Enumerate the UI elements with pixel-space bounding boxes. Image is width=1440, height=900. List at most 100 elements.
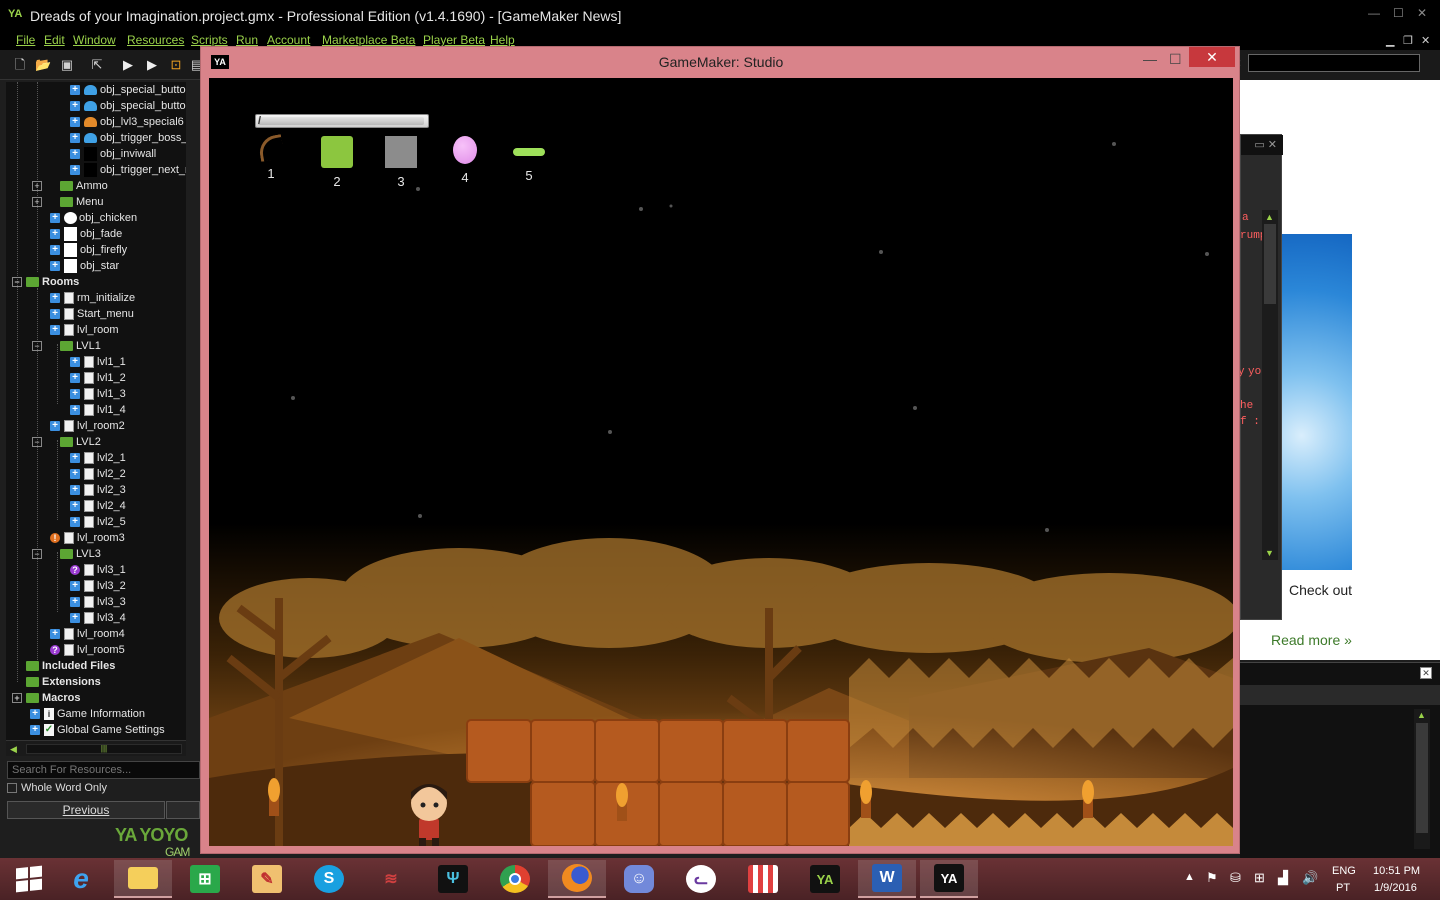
tree-item[interactable]: + lvl1_2 — [70, 370, 126, 386]
tree-item[interactable]: + obj_firefly — [50, 242, 127, 258]
input-region[interactable]: PT — [1336, 882, 1350, 900]
run-icon[interactable]: ▶ — [120, 56, 136, 73]
scroll-thumb[interactable]: ||| — [26, 744, 182, 754]
scroll-thumb[interactable] — [1264, 224, 1276, 304]
expand-plus-icon[interactable]: + — [50, 293, 60, 304]
collapse-icon[interactable]: − — [12, 277, 22, 288]
taskbar-steelseries[interactable]: Ψ — [424, 860, 482, 898]
menu-help[interactable]: Help — [490, 33, 515, 47]
taskbar-gamemaker-runner[interactable]: YA — [920, 860, 978, 898]
expand-plus-icon[interactable]: + — [70, 469, 80, 480]
tree-item[interactable]: + lvl2_3 — [70, 482, 126, 498]
tree-folder[interactable]: + Menu — [32, 194, 104, 210]
expand-plus-icon[interactable]: + — [50, 629, 60, 640]
expand-plus-icon[interactable]: + — [70, 101, 80, 112]
expand-plus-icon[interactable]: + — [70, 517, 80, 528]
maximize-icon[interactable]: ☐ — [1169, 51, 1182, 68]
output-close-icon[interactable]: ✕ — [1420, 667, 1432, 679]
tree-item[interactable]: + obj_lvl3_special6 — [70, 114, 184, 130]
tree-item[interactable]: + obj_trigger_boss_l — [70, 130, 186, 146]
debug-run-icon[interactable]: ▶ — [144, 56, 160, 73]
news-banner-image[interactable] — [1280, 234, 1352, 570]
mdi-minimize-icon[interactable]: ▁ — [1386, 34, 1394, 47]
taskbar-firefox[interactable] — [548, 860, 606, 898]
tree-item[interactable]: + lvl3_2 — [70, 578, 126, 594]
windows-tray-icon[interactable]: ⊞ — [1254, 870, 1265, 900]
maximize-icon[interactable]: ☐ — [1393, 6, 1404, 20]
mdi-restore-icon[interactable]: ❐ — [1403, 34, 1413, 47]
volume-icon[interactable]: 🔊 — [1302, 870, 1318, 900]
expand-plus-icon[interactable]: + — [70, 357, 80, 368]
menu-scripts[interactable]: Scripts — [191, 33, 228, 47]
expand-icon[interactable]: + — [12, 693, 22, 704]
tree-horizontal-scrollbar[interactable]: ◀ ||| — [6, 740, 186, 756]
news-search-input[interactable] — [1248, 54, 1420, 72]
tree-item[interactable]: + lvl_room — [50, 322, 119, 338]
taskbar-popcorn[interactable] — [734, 860, 792, 898]
game-close-button[interactable]: ✕ — [1189, 47, 1235, 67]
expand-plus-icon[interactable]: + — [70, 581, 80, 592]
tree-item[interactable]: +obj_special_button_l — [70, 98, 186, 114]
expand-plus-icon[interactable]: + — [30, 725, 40, 736]
expand-plus-icon[interactable]: + — [50, 309, 60, 320]
usb-icon[interactable]: ⛁ — [1230, 870, 1241, 900]
taskbar-chrome[interactable] — [486, 860, 544, 898]
tree-item[interactable]: + obj_star — [50, 258, 119, 274]
mdi-close-icon[interactable]: ✕ — [1421, 34, 1430, 47]
expand-plus-icon[interactable]: + — [70, 405, 80, 416]
menu-account[interactable]: Account — [267, 33, 310, 47]
taskbar-rog[interactable]: ≋ — [362, 860, 420, 898]
output-window[interactable]: ✕ ▲ — [1240, 662, 1440, 860]
tree-item[interactable]: ? lvl3_1 — [70, 562, 126, 578]
expand-plus-icon[interactable]: + — [30, 709, 40, 720]
tree-item[interactable]: + obj_trigger_next_r — [70, 162, 186, 178]
clock-date[interactable]: 1/9/2016 — [1374, 882, 1417, 900]
search-resources-input[interactable] — [7, 761, 200, 779]
expand-plus-icon[interactable]: + — [50, 213, 60, 224]
scroll-left-icon[interactable]: ◀ — [10, 744, 17, 755]
collapse-icon[interactable]: − — [32, 341, 42, 352]
tree-folder-extensions[interactable]: Extensions — [26, 674, 101, 690]
taskbar-paint[interactable]: ✎ — [238, 860, 296, 898]
create-exe-icon[interactable]: ⊡ — [168, 56, 184, 73]
taskbar-store[interactable]: ⊞ — [176, 860, 234, 898]
network-icon[interactable]: ▟ — [1278, 870, 1288, 900]
close-icon[interactable]: ✕ — [1417, 6, 1427, 20]
taskbar-discord[interactable]: ☺ — [610, 860, 668, 898]
ide-titlebar[interactable]: YA Dreads of your Imagination.project.gm… — [0, 0, 1440, 32]
game-canvas[interactable]: / 1 2 3 4 5 — [209, 78, 1233, 846]
expand-plus-icon[interactable]: + — [70, 373, 80, 384]
tree-item[interactable]: + lvl1_1 — [70, 354, 126, 370]
expand-plus-icon[interactable]: + — [70, 165, 80, 176]
expand-plus-icon[interactable]: + — [50, 421, 60, 432]
taskbar-skype[interactable]: S — [300, 860, 358, 898]
tree-item[interactable]: + lvl2_4 — [70, 498, 126, 514]
expand-plus-icon[interactable]: + — [50, 245, 60, 256]
menu-resources[interactable]: Resources — [127, 33, 184, 47]
menu-window[interactable]: Window — [73, 33, 116, 47]
tree-item[interactable]: + lvl1_4 — [70, 402, 126, 418]
tree-item[interactable]: + lvl_room2 — [50, 418, 125, 434]
expand-icon[interactable]: + — [32, 197, 42, 208]
tree-item[interactable]: + Start_menu — [50, 306, 134, 322]
export-icon[interactable]: ⇱ — [89, 56, 105, 73]
checkbox-icon[interactable] — [7, 783, 17, 794]
warning-icon[interactable]: ! — [50, 533, 60, 544]
collapse-icon[interactable]: − — [32, 437, 42, 448]
scroll-up-icon[interactable]: ▲ — [1265, 212, 1274, 222]
tree-item[interactable]: + obj_inviwall — [70, 146, 156, 162]
expand-icon[interactable]: + — [32, 181, 42, 192]
game-runner-window[interactable]: YA GameMaker: Studio — ☐ ✕ / 1 2 3 4 5 — [200, 46, 1240, 854]
taskbar-internet-explorer[interactable]: e — [52, 860, 110, 898]
tree-item[interactable]: + lvl2_5 — [70, 514, 126, 530]
scroll-up-icon[interactable]: ▲ — [1417, 710, 1426, 720]
tree-item[interactable]: + lvl2_2 — [70, 466, 126, 482]
scroll-down-icon[interactable]: ▼ — [1265, 548, 1274, 558]
scroll-thumb[interactable] — [1416, 723, 1428, 833]
expand-plus-icon[interactable]: + — [70, 485, 80, 496]
expand-plus-icon[interactable]: + — [70, 85, 80, 96]
tree-item[interactable]: + lvl3_4 — [70, 610, 126, 626]
tree-folder[interactable]: − LVL3 — [32, 546, 101, 562]
open-project-icon[interactable]: 📂 — [35, 56, 51, 73]
menu-player-beta[interactable]: Player Beta — [423, 33, 485, 47]
